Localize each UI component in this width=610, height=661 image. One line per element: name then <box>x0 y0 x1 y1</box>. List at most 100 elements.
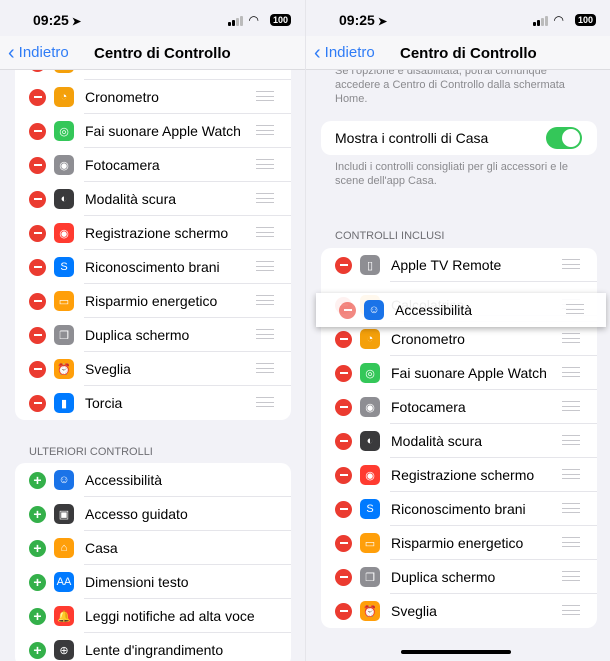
drag-handle[interactable] <box>566 304 584 314</box>
drag-handle[interactable] <box>256 363 274 373</box>
row-label: Fotocamera <box>391 399 466 415</box>
row-label: Cronometro <box>85 89 159 105</box>
list-item: ◉ Fotocamera <box>321 390 597 424</box>
drag-handle[interactable] <box>256 397 274 407</box>
drag-handle[interactable] <box>562 503 580 513</box>
remove-button[interactable] <box>335 466 352 484</box>
remove-button[interactable] <box>29 258 46 276</box>
back-button[interactable]: ‹ Indietro <box>314 41 375 64</box>
list-item: ❐ Duplica schermo <box>321 560 597 594</box>
list-item: ◎ Fai suonare Apple Watch <box>15 114 291 148</box>
row-label: Torcia <box>85 395 123 411</box>
row-label: Riconoscimento brani <box>391 501 526 517</box>
remove-button[interactable] <box>339 301 356 319</box>
add-button[interactable]: + <box>29 471 46 489</box>
row-label: Sveglia <box>391 603 437 619</box>
remove-button[interactable] <box>29 190 46 208</box>
drag-handle[interactable] <box>562 469 580 479</box>
drag-handle[interactable] <box>256 329 274 339</box>
more-controls-list: + ☺ Accessibilità + ▣ Accesso guidato + ⌂ Casa + A… <box>15 463 291 661</box>
row-label: Leggi notifiche ad alta voce <box>85 608 255 624</box>
included-controls-header: CONTROLLI INCLUSI <box>335 230 445 242</box>
add-button[interactable]: + <box>29 573 46 591</box>
battery-icon: 100 <box>269 14 291 26</box>
drag-handle[interactable] <box>562 367 580 377</box>
watch-icon: ◎ <box>54 121 74 141</box>
remove-button[interactable] <box>29 88 46 106</box>
accessibility-icon: ☺ <box>364 300 384 320</box>
add-button[interactable]: + <box>29 607 46 625</box>
drag-handle[interactable] <box>562 605 580 615</box>
list-item: + ☺ Accessibilità <box>15 463 291 497</box>
remote-icon: ▯ <box>360 255 380 275</box>
list-item: ◐ Modalità scura <box>15 182 291 216</box>
drag-handle[interactable] <box>562 259 580 269</box>
list-item: ❐ Duplica schermo <box>15 318 291 352</box>
list-item: ◉ Registrazione schermo <box>321 458 597 492</box>
add-button[interactable]: + <box>29 505 46 523</box>
remove-button[interactable] <box>29 394 46 412</box>
list-item: + ⌂ Casa <box>15 531 291 565</box>
camera-icon: ◉ <box>360 397 380 417</box>
more-controls-header: ULTERIORI CONTROLLI <box>29 446 153 458</box>
drag-handle[interactable] <box>256 91 274 101</box>
list-item: + AA Dimensioni testo <box>15 565 291 599</box>
drag-handle[interactable] <box>562 333 580 343</box>
dark-mode-icon: ◐ <box>360 431 380 451</box>
drag-handle[interactable] <box>562 571 580 581</box>
remove-button[interactable] <box>335 256 352 274</box>
row-label: Riconoscimento brani <box>85 259 220 275</box>
remove-button[interactable] <box>29 360 46 378</box>
list-item: ◉ Registrazione schermo <box>15 216 291 250</box>
add-button[interactable]: + <box>29 539 46 557</box>
page-title: Centro di Controllo <box>94 45 231 62</box>
list-item: ◔ Cronometro <box>15 80 291 114</box>
remove-button[interactable] <box>335 568 352 586</box>
remove-button[interactable] <box>29 224 46 242</box>
chevron-left-icon: ‹ <box>8 41 15 64</box>
row-label: Cronometro <box>391 331 465 347</box>
row-label: Modalità scura <box>391 433 483 449</box>
left-screen: ◔ Cronometro ◎ Fai suonare Apple Watch ◉ Foto… <box>0 0 305 661</box>
row-label: Dimensioni testo <box>85 574 189 590</box>
drag-handle[interactable] <box>256 159 274 169</box>
row-label: Accessibilità <box>395 302 473 318</box>
remove-button[interactable] <box>335 602 352 620</box>
list-item: ◐ Modalità scura <box>321 424 597 458</box>
drag-handle[interactable] <box>256 295 274 305</box>
accessibility-icon: ☺ <box>54 470 74 490</box>
drag-handle[interactable] <box>256 261 274 271</box>
drag-handle[interactable] <box>256 193 274 203</box>
drag-handle[interactable] <box>562 435 580 445</box>
chevron-left-icon: ‹ <box>314 41 321 64</box>
remove-button[interactable] <box>335 500 352 518</box>
remove-button[interactable] <box>29 156 46 174</box>
remove-button[interactable] <box>335 330 352 348</box>
back-button[interactable]: ‹ Indietro <box>8 41 69 64</box>
list-item: ◔ Cronometro <box>321 322 597 356</box>
right-screen: Se l'opzione è disabilitata, potrai comu… <box>305 0 610 661</box>
dragged-row-accessibility[interactable]: ☺ Accessibilità <box>316 293 606 327</box>
remove-button[interactable] <box>335 432 352 450</box>
list-item: + ⊕ Lente d'ingrandimento <box>15 633 291 661</box>
remove-button[interactable] <box>335 364 352 382</box>
remove-button[interactable] <box>335 398 352 416</box>
flashlight-icon: ▮ <box>54 393 74 413</box>
list-item: ▮ Torcia <box>15 386 291 420</box>
home-controls-card: Mostra i controlli di Casa <box>321 121 597 155</box>
home-controls-toggle[interactable] <box>546 127 582 149</box>
remove-button[interactable] <box>29 122 46 140</box>
drag-handle[interactable] <box>562 401 580 411</box>
list-item: ◎ Fai suonare Apple Watch <box>321 356 597 390</box>
stopwatch-icon: ◔ <box>360 329 380 349</box>
list-item: + ▣ Accesso guidato <box>15 497 291 531</box>
guided-access-icon: ▣ <box>54 504 74 524</box>
drag-handle[interactable] <box>562 537 580 547</box>
drag-handle[interactable] <box>256 125 274 135</box>
remove-button[interactable] <box>29 326 46 344</box>
remove-button[interactable] <box>29 292 46 310</box>
shazam-icon: S <box>54 257 74 277</box>
remove-button[interactable] <box>335 534 352 552</box>
add-button[interactable]: + <box>29 641 46 659</box>
drag-handle[interactable] <box>256 227 274 237</box>
